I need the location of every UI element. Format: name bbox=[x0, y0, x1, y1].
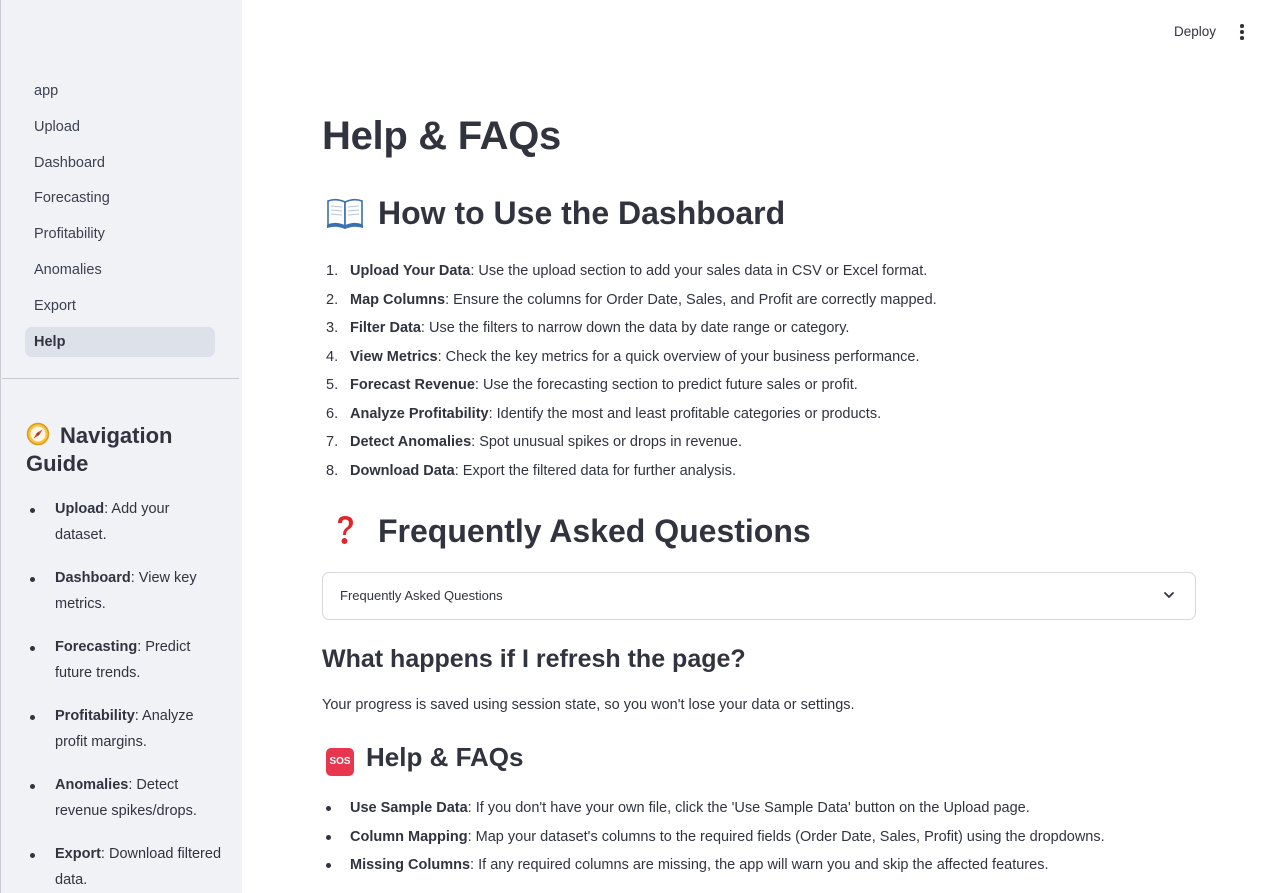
list-item: Dashboard: View key metrics. bbox=[25, 566, 225, 617]
help-list: Use Sample Data: If you don't have your … bbox=[322, 794, 1196, 880]
list-item: Use Sample Data: If you don't have your … bbox=[322, 794, 1196, 823]
list-item: 6. Analyze Profitability: Identify the mo… bbox=[326, 405, 882, 422]
sidebar-item-app[interactable]: app bbox=[25, 76, 215, 106]
sidebar-divider bbox=[2, 378, 239, 379]
how-to-steps-list: 1. Upload Your Data: Use the upload secti… bbox=[322, 257, 1196, 485]
sidebar-item-export[interactable]: Export bbox=[25, 291, 215, 321]
sidebar-nav: app Upload Dashboard Forecasting Profita… bbox=[25, 76, 215, 362]
sidebar: app Upload Dashboard Forecasting Profita… bbox=[0, 0, 242, 893]
navigation-guide-heading: Navigation Guide bbox=[26, 422, 226, 478]
list-item: 1. Upload Your Data: Use the upload secti… bbox=[326, 263, 928, 279]
list-item: 2. Map Columns: Ensure the columns for Or… bbox=[326, 291, 937, 308]
deploy-button[interactable]: Deploy bbox=[1166, 22, 1224, 41]
list-item: 8. Download Data: Export the filtered dat… bbox=[326, 462, 737, 479]
sidebar-item-anomalies[interactable]: Anomalies bbox=[25, 255, 215, 285]
list-item: 3. Filter Data: Use the filters to narrow… bbox=[326, 320, 850, 336]
list-item: 5. Forecast Revenue: Use the forecasting … bbox=[326, 377, 858, 393]
book-icon bbox=[327, 198, 363, 229]
list-item: Export: Download filtered data. bbox=[25, 842, 225, 893]
page-title: Help & FAQs bbox=[322, 114, 561, 158]
sidebar-item-dashboard[interactable]: Dashboard bbox=[25, 148, 215, 178]
sidebar-item-profitability[interactable]: Profitability bbox=[25, 219, 215, 249]
faq-expander[interactable]: Frequently Asked Questions bbox=[322, 572, 1196, 620]
chevron-down-icon bbox=[1164, 592, 1174, 598]
list-item: Profitability: Analyze profit margins. bbox=[25, 704, 225, 755]
list-item: 4. View Metrics: Check the key metrics fo… bbox=[326, 348, 920, 365]
kebab-menu-icon[interactable] bbox=[1236, 24, 1248, 42]
question-mark-icon bbox=[338, 516, 353, 544]
list-item: Anomalies: Detect revenue spikes/drops. bbox=[25, 773, 225, 824]
list-item: Upload: Add your dataset. bbox=[25, 497, 225, 548]
list-item: Column Mapping: Map your dataset's colum… bbox=[322, 823, 1196, 852]
faq-answer: Your progress is saved using session sta… bbox=[322, 697, 855, 713]
sidebar-item-forecasting[interactable]: Forecasting bbox=[25, 183, 215, 213]
faq-expander-label: Frequently Asked Questions bbox=[340, 588, 503, 603]
faq-heading: Frequently Asked Questions bbox=[326, 513, 811, 550]
list-item: 7. Detect Anomalies: Spot unusual spikes … bbox=[326, 434, 742, 450]
how-to-heading: How to Use the Dashboard bbox=[326, 195, 785, 232]
compass-icon bbox=[26, 422, 50, 446]
list-item: Missing Columns: If any required columns… bbox=[322, 851, 1196, 880]
faq-question: What happens if I refresh the page? bbox=[322, 645, 746, 673]
sidebar-item-upload[interactable]: Upload bbox=[25, 112, 215, 142]
help-heading: SOS Help & FAQs bbox=[326, 742, 523, 776]
list-item: Forecasting: Predict future trends. bbox=[25, 635, 225, 686]
navigation-guide-list: Upload: Add your dataset. Dashboard: Vie… bbox=[25, 497, 225, 893]
sidebar-item-help[interactable]: Help bbox=[25, 326, 215, 357]
sos-badge: SOS bbox=[326, 748, 354, 776]
